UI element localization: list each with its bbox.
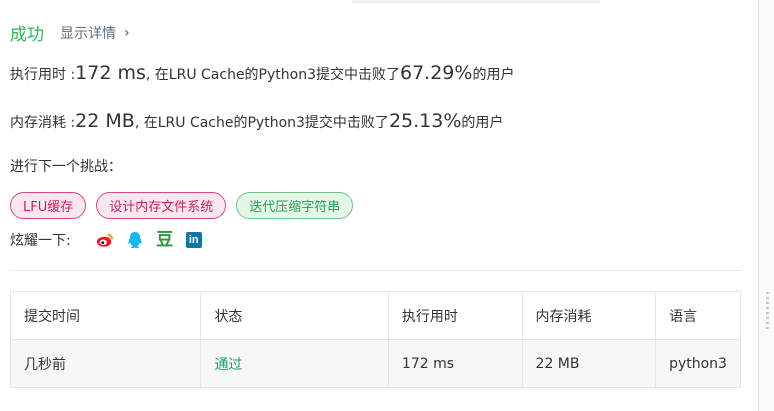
memory-suffix: 的用户 <box>461 115 504 131</box>
top-bar <box>0 0 774 4</box>
cell-runtime: 172 ms <box>387 339 523 388</box>
linkedin-icon[interactable]: in <box>185 232 202 248</box>
qq-icon-graphic <box>128 232 142 249</box>
memory-value: 22 MB <box>75 110 135 132</box>
show-details-link[interactable]: 显示详情 › <box>60 23 130 43</box>
result-header: 成功 显示详情 › <box>10 20 130 46</box>
cell-memory: 22 MB <box>521 339 657 388</box>
douban-glyph: 豆 <box>156 230 174 250</box>
weibo-icon-graphic <box>96 233 113 247</box>
runtime-percent: 67.29% <box>400 62 473 84</box>
memory-description: , 在LRU Cache的Python3提交中击败了 <box>134 115 389 131</box>
table-header-row: 提交时间 状态 执行用时 内存消耗 语言 <box>9 291 741 340</box>
memory-stat: 内存消耗 : 22 MB , 在LRU Cache的Python3提交中击败了 … <box>10 110 503 132</box>
runtime-description: , 在LRU Cache的Python3提交中击败了 <box>145 67 400 83</box>
submission-table: 提交时间 状态 执行用时 内存消耗 语言 几秒前 通过 172 ms 22 MB… <box>9 291 741 388</box>
status-text: 成功 <box>10 25 44 45</box>
douban-icon[interactable]: 豆 <box>156 231 174 249</box>
challenge-tag-string-iterator[interactable]: 迭代压缩字符串 <box>236 192 354 219</box>
runtime-suffix: 的用户 <box>472 67 515 83</box>
challenge-tag-lfu-cache[interactable]: LFU缓存 <box>10 192 87 219</box>
chevron-right-icon: › <box>124 24 130 41</box>
drag-handle-icon[interactable] <box>766 292 769 332</box>
challenge-tag-in-memory-file-system[interactable]: 设计内存文件系统 <box>96 192 227 219</box>
weibo-icon[interactable] <box>96 231 114 249</box>
column-header-language: 语言 <box>655 291 741 340</box>
show-details-label: 显示详情 <box>60 25 116 42</box>
cell-submit-time: 几秒前 <box>9 339 202 388</box>
runtime-label: 执行用时 : <box>10 67 76 83</box>
section-divider <box>10 270 741 271</box>
column-header-memory: 内存消耗 <box>521 291 657 340</box>
share-label: 炫耀一下: <box>10 233 71 249</box>
table-row: 几秒前 通过 172 ms 22 MB python3 <box>9 339 741 388</box>
runtime-value: 172 ms <box>75 62 146 84</box>
qq-icon[interactable] <box>126 231 144 249</box>
column-header-status: 状态 <box>200 291 389 340</box>
column-header-runtime: 执行用时 <box>387 291 523 340</box>
top-tab-strip <box>352 0 600 3</box>
memory-percent: 25.13% <box>388 110 462 132</box>
cell-status-link[interactable]: 通过 <box>200 339 389 388</box>
memory-label: 内存消耗 : <box>10 115 76 131</box>
share-row: 炫耀一下: 豆 in <box>10 230 214 250</box>
column-header-submit-time: 提交时间 <box>9 291 202 340</box>
runtime-stat: 执行用时 : 172 ms , 在LRU Cache的Python3提交中击败了… <box>10 62 514 84</box>
right-scroll-rail[interactable] <box>758 0 774 411</box>
next-challenge-label: 进行下一个挑战： <box>10 159 122 175</box>
linkedin-glyph: in <box>188 234 199 246</box>
challenge-tags: LFU缓存 设计内存文件系统 迭代压缩字符串 <box>10 192 363 219</box>
cell-language: python3 <box>655 339 741 388</box>
